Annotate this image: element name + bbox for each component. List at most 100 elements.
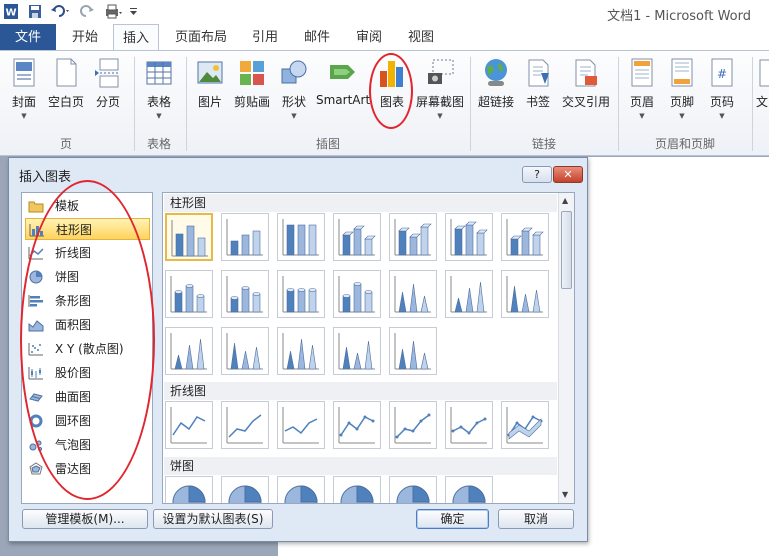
chart-subtype-thumbnail[interactable] bbox=[221, 401, 269, 449]
chart-subtype-thumbnail[interactable] bbox=[389, 270, 437, 318]
chart-subtype-thumbnail[interactable] bbox=[221, 270, 269, 318]
shapes-button[interactable]: 形状 ▼ bbox=[276, 57, 312, 127]
tab-mailings[interactable]: 邮件 bbox=[296, 24, 338, 51]
chart-subtype-thumbnail[interactable] bbox=[389, 476, 437, 503]
ok-button[interactable]: 确定 bbox=[416, 509, 489, 529]
chart-subtype-thumbnail[interactable] bbox=[165, 476, 213, 503]
tab-home[interactable]: 开始 bbox=[60, 24, 110, 51]
chart-subtype-thumbnail[interactable] bbox=[277, 476, 325, 503]
chart-subtype-thumbnail[interactable] bbox=[501, 401, 549, 449]
chart-subtype-thumbnail[interactable] bbox=[333, 476, 381, 503]
help-button[interactable]: ? bbox=[522, 166, 552, 183]
chart-subtype-thumbnail[interactable] bbox=[445, 213, 493, 261]
customize-toolbar-icon[interactable] bbox=[128, 3, 140, 20]
chart-subtype-thumbnail[interactable] bbox=[165, 327, 213, 375]
chart-subtype-thumbnail[interactable] bbox=[501, 213, 549, 261]
clipart-button[interactable]: 剪贴画 bbox=[232, 57, 272, 127]
smartart-icon bbox=[330, 65, 355, 79]
column-chart-icon bbox=[29, 224, 44, 237]
tab-page-layout[interactable]: 页面布局 bbox=[168, 24, 234, 51]
chart-preview-icon bbox=[170, 276, 207, 313]
smartart-button[interactable]: SmartArt bbox=[316, 57, 370, 127]
chart-subtype-thumbnail[interactable] bbox=[445, 476, 493, 503]
chart-type-column[interactable]: 柱形图 bbox=[25, 218, 150, 240]
header-button[interactable]: 页眉 ▼ bbox=[624, 57, 660, 127]
chart-type-templates[interactable]: 模板 bbox=[25, 195, 150, 217]
word-logo-icon: W bbox=[3, 3, 19, 20]
chart-type-line[interactable]: 折线图 bbox=[25, 242, 150, 264]
scrollbar-thumb[interactable] bbox=[561, 211, 572, 289]
picture-button[interactable]: 图片 bbox=[192, 57, 228, 127]
blank-page-button[interactable]: 空白页 bbox=[46, 57, 86, 127]
tab-references[interactable]: 引用 bbox=[244, 24, 286, 51]
textbox-button[interactable]: 文 bbox=[756, 57, 769, 127]
cancel-button[interactable]: 取消 bbox=[498, 509, 574, 529]
chart-preview-icon bbox=[226, 407, 263, 444]
cross-reference-button[interactable]: 交叉引用 bbox=[560, 57, 612, 127]
page-break-icon bbox=[95, 58, 120, 88]
print-preview-icon[interactable] bbox=[103, 3, 123, 20]
chart-subtype-thumbnail[interactable] bbox=[221, 327, 269, 375]
undo-icon[interactable] bbox=[50, 3, 72, 20]
shapes-icon bbox=[281, 60, 307, 84]
save-icon[interactable] bbox=[27, 3, 43, 20]
page-break-button[interactable]: 分页 bbox=[90, 57, 126, 127]
page-number-button[interactable]: # 页码 ▼ bbox=[704, 57, 740, 127]
chart-type-bubble[interactable]: 气泡图 bbox=[25, 434, 150, 456]
screenshot-button[interactable]: 屏幕截图 ▼ bbox=[414, 57, 466, 127]
dropdown-arrow-icon: ▼ bbox=[21, 112, 27, 120]
chart-preview-icon bbox=[394, 407, 431, 444]
group-label-illustrations: 插图 bbox=[315, 137, 340, 151]
chart-subtype-thumbnail[interactable] bbox=[333, 213, 381, 261]
scroll-down-icon[interactable]: ▼ bbox=[562, 490, 568, 499]
chart-subtype-thumbnail[interactable] bbox=[333, 327, 381, 375]
chart-subtype-thumbnail[interactable] bbox=[501, 270, 549, 318]
chart-type-doughnut[interactable]: 圆环图 bbox=[25, 410, 150, 432]
chart-subtype-thumbnail[interactable] bbox=[165, 270, 213, 318]
hyperlink-button[interactable]: 超链接 bbox=[476, 57, 516, 127]
chart-subtype-thumbnail[interactable] bbox=[277, 401, 325, 449]
chart-subtype-thumbnail[interactable] bbox=[277, 213, 325, 261]
chart-type-pie[interactable]: 饼图 bbox=[25, 266, 150, 288]
tab-review[interactable]: 审阅 bbox=[348, 24, 390, 51]
chart-subtype-thumbnail[interactable] bbox=[389, 213, 437, 261]
category-header-pie: 饼图 bbox=[164, 457, 557, 475]
chart-subtype-thumbnail[interactable] bbox=[277, 327, 325, 375]
bar-chart-icon bbox=[28, 295, 43, 307]
tab-insert[interactable]: 插入 bbox=[113, 24, 159, 52]
chart-preview-icon bbox=[450, 219, 488, 256]
chart-button[interactable]: 图表 bbox=[374, 57, 410, 127]
chart-subtype-thumbnail[interactable] bbox=[333, 270, 381, 318]
close-button[interactable]: ✕ bbox=[553, 166, 583, 183]
chart-subtype-thumbnail[interactable] bbox=[277, 270, 325, 318]
chart-subtype-thumbnail[interactable] bbox=[389, 327, 437, 375]
chart-type-area[interactable]: 面积图 bbox=[25, 314, 150, 336]
textbox-icon bbox=[759, 59, 769, 87]
manage-templates-button[interactable]: 管理模板(M)... bbox=[22, 509, 148, 529]
set-default-chart-button[interactable]: 设置为默认图表(S) bbox=[153, 509, 273, 529]
chart-type-scatter[interactable]: X Y (散点图) bbox=[25, 338, 150, 360]
chart-type-stock[interactable]: 股价图 bbox=[25, 362, 150, 384]
chart-subtype-thumbnail[interactable] bbox=[445, 270, 493, 318]
chart-subtype-thumbnail[interactable] bbox=[221, 476, 269, 503]
chart-subtype-thumbnail[interactable] bbox=[221, 213, 269, 261]
footer-button[interactable]: 页脚 ▼ bbox=[664, 57, 700, 127]
chart-subtype-thumbnail[interactable] bbox=[165, 213, 213, 261]
chart-type-radar[interactable]: 雷达图 bbox=[25, 458, 150, 480]
cover-page-button[interactable]: 封面 ▼ bbox=[6, 57, 42, 127]
chart-type-bar[interactable]: 条形图 bbox=[25, 290, 150, 312]
chart-subtype-thumbnail[interactable] bbox=[389, 401, 437, 449]
redo-icon[interactable] bbox=[80, 3, 96, 20]
bookmark-button[interactable]: 书签 bbox=[520, 57, 556, 127]
tab-view[interactable]: 视图 bbox=[400, 24, 442, 51]
tab-file[interactable]: 文件 bbox=[0, 24, 56, 51]
bubble-chart-icon bbox=[29, 440, 42, 451]
chart-subtype-thumbnail[interactable] bbox=[333, 401, 381, 449]
table-button[interactable]: 表格 ▼ bbox=[140, 57, 178, 127]
chart-subtype-thumbnail[interactable] bbox=[445, 401, 493, 449]
scatter-chart-icon bbox=[28, 343, 43, 356]
scroll-up-icon[interactable]: ▲ bbox=[562, 196, 568, 205]
chart-subtype-thumbnail[interactable] bbox=[165, 401, 213, 449]
vertical-scrollbar[interactable]: ▲ ▼ bbox=[558, 193, 574, 503]
chart-type-surface[interactable]: 曲面图 bbox=[25, 386, 150, 408]
